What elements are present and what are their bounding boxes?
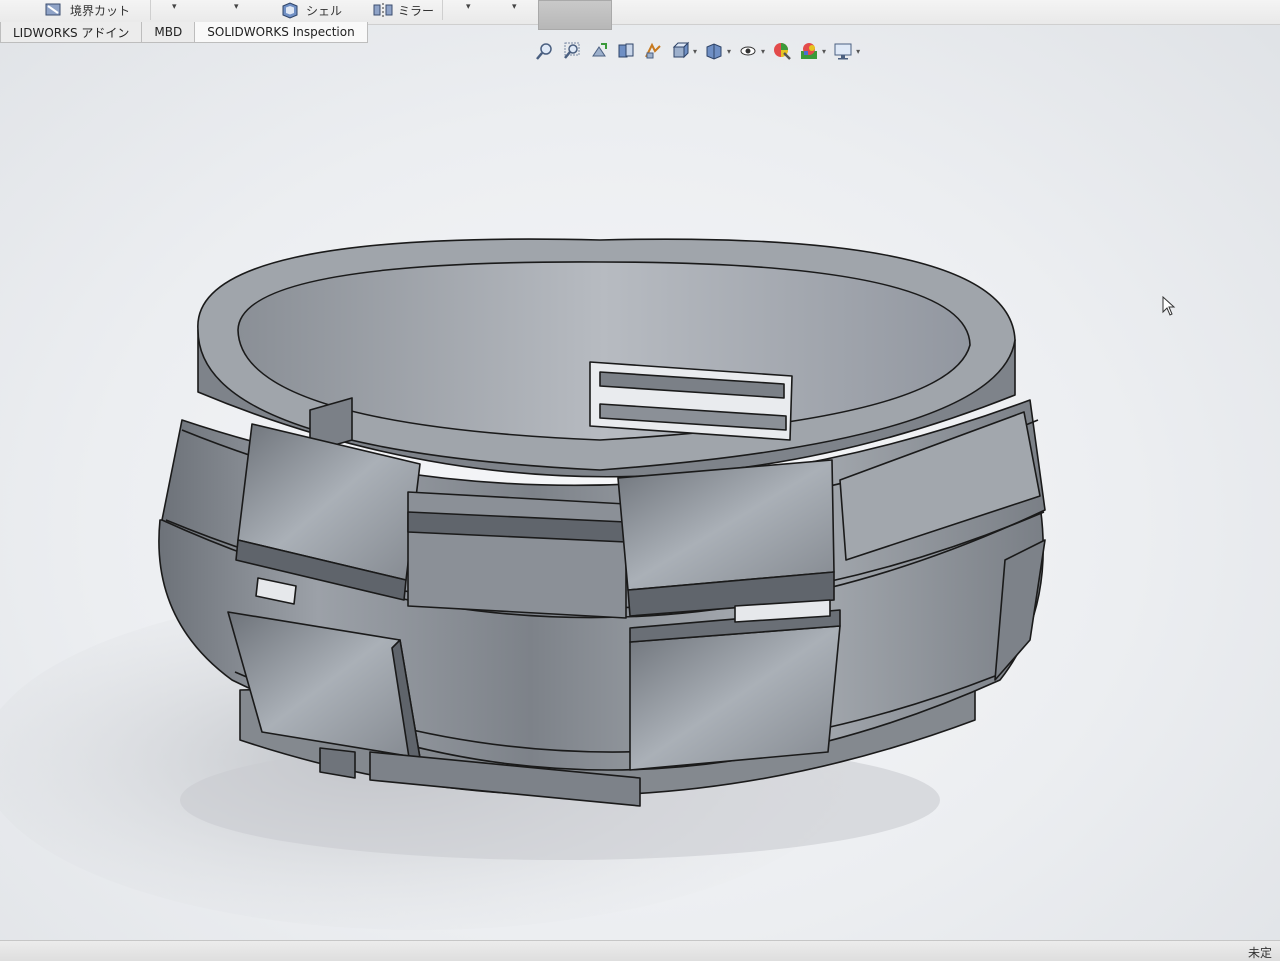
chevron-down-icon[interactable]: ▾: [466, 2, 471, 12]
chevron-down-icon[interactable]: ▾: [856, 47, 860, 56]
chevron-down-icon[interactable]: ▾: [727, 47, 731, 56]
apply-scene-icon[interactable]: [798, 40, 820, 62]
tab-mbd[interactable]: MBD: [141, 22, 196, 43]
tab-solidworks-addins[interactable]: LIDWORKS アドイン: [0, 22, 143, 43]
display-style-icon[interactable]: [703, 40, 725, 62]
chevron-down-icon[interactable]: ▾: [172, 2, 177, 12]
mirror-button[interactable]: ミラー: [372, 0, 434, 20]
shell-button[interactable]: シェル: [280, 0, 342, 20]
chevron-down-icon[interactable]: ▾: [693, 47, 697, 56]
previous-view-icon[interactable]: [588, 40, 610, 62]
boundary-cut-button[interactable]: 境界カット: [44, 0, 130, 20]
ring-tab[interactable]: [617, 459, 835, 617]
command-manager-tabs: LIDWORKS アドイン MBD SOLIDWORKS Inspection: [0, 22, 368, 44]
zoom-to-fit-icon[interactable]: [534, 40, 556, 62]
shell-label: シェル: [306, 3, 343, 18]
edit-appearance-icon[interactable]: [771, 40, 793, 62]
zoom-to-area-icon[interactable]: [561, 40, 583, 62]
shell-icon: [282, 2, 298, 19]
heads-up-view-toolbar: ▾ ▾ ▾ ▾ ▾: [534, 36, 866, 66]
tab-label: MBD: [154, 25, 183, 39]
view-orientation-icon[interactable]: [669, 40, 691, 62]
chevron-down-icon[interactable]: ▾: [234, 2, 239, 12]
ring-tab[interactable]: [407, 491, 627, 619]
mirror-label: ミラー: [398, 3, 435, 18]
tab-solidworks-inspection[interactable]: SOLIDWORKS Inspection: [194, 22, 368, 43]
graphics-viewport[interactable]: [0, 66, 1280, 941]
dynamic-annotation-view-icon[interactable]: [642, 40, 664, 62]
chevron-down-icon[interactable]: ▾: [822, 47, 826, 56]
tab-label: LIDWORKS アドイン: [13, 25, 130, 40]
chevron-down-icon[interactable]: ▾: [761, 47, 765, 56]
ribbon-preview-thumbnail[interactable]: [538, 0, 612, 30]
status-bar: 未定: [0, 940, 1280, 961]
hide-show-items-icon[interactable]: [737, 40, 759, 62]
view-settings-icon[interactable]: [832, 40, 854, 62]
status-text: 未定: [1247, 946, 1272, 960]
mouse-cursor-icon: [1162, 296, 1176, 316]
boundary-cut-icon: [45, 3, 61, 16]
tab-label: SOLIDWORKS Inspection: [207, 25, 355, 39]
ring-model[interactable]: [158, 238, 1046, 807]
chevron-down-icon[interactable]: ▾: [512, 2, 517, 12]
section-view-icon[interactable]: [615, 40, 637, 62]
ring-tab[interactable]: [629, 609, 841, 771]
boundary-cut-label: 境界カット: [70, 3, 131, 18]
mirror-icon: [373, 3, 393, 17]
